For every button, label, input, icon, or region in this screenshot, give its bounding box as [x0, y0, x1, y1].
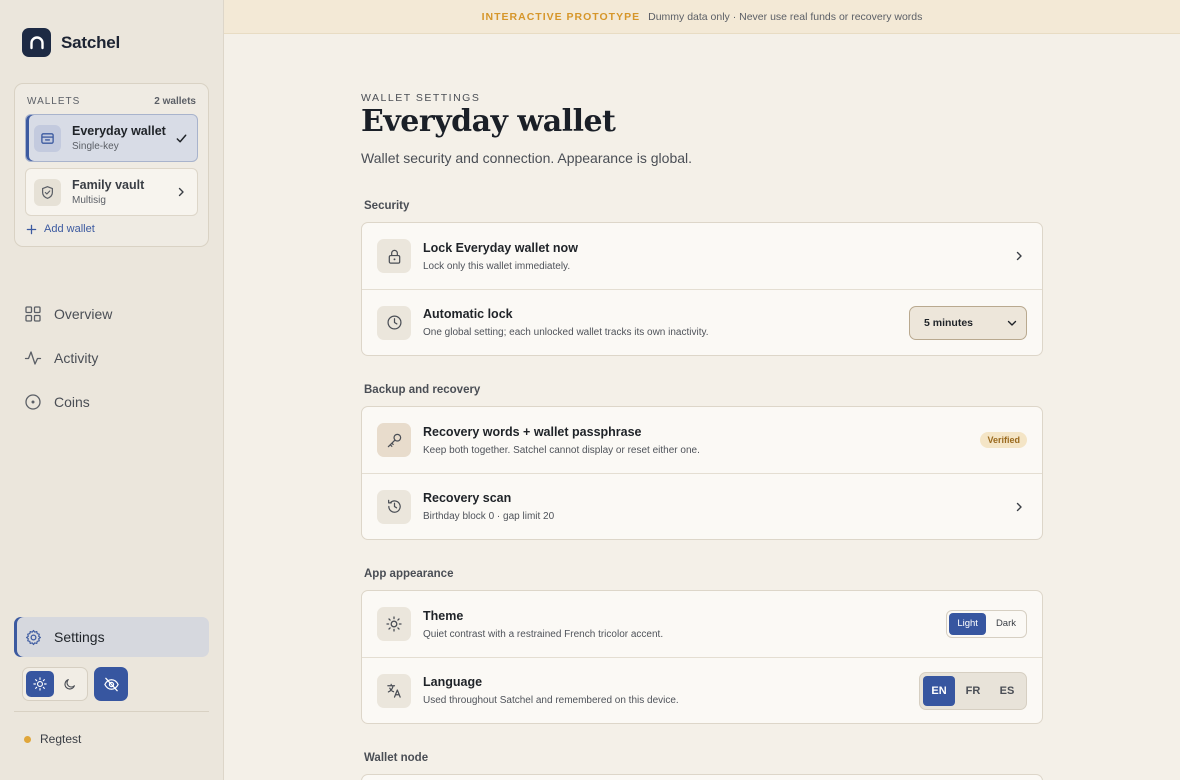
color-mode-toggle	[22, 667, 88, 701]
wallets-label: WALLETS	[27, 96, 81, 107]
lock-wallet-row[interactable]: Lock Everyday wallet now Lock only this …	[362, 223, 1042, 289]
section-label-node: Wallet node	[364, 752, 429, 764]
main-nav: Overview Activity Coins	[24, 302, 112, 434]
eye-off-icon	[103, 677, 119, 691]
nav-item-activity[interactable]: Activity	[24, 346, 112, 370]
auto-lock-select[interactable]: 5 minutes	[909, 305, 1027, 340]
network-label: Regtest	[40, 732, 82, 746]
row-title: Lock Everyday wallet now	[423, 240, 578, 255]
chevron-right-icon	[173, 184, 189, 200]
theme-segmented-control: Light Dark	[946, 610, 1027, 638]
row-description: Keep both together. Satchel cannot displ…	[423, 444, 700, 456]
row-description: Quiet contrast with a restrained French …	[423, 628, 664, 640]
brand[interactable]: Satchel	[22, 28, 120, 57]
activity-icon	[24, 351, 42, 365]
shield-icon	[34, 178, 61, 206]
row-title: Language	[423, 675, 483, 689]
sun-icon	[33, 677, 47, 691]
network-status: Regtest	[24, 732, 81, 746]
app-name: Satchel	[61, 32, 121, 52]
recovery-scan-row[interactable]: Recovery scan Birthday block 0 · gap lim…	[362, 473, 1042, 539]
row-description: Used throughout Satchel and remembered o…	[423, 695, 679, 706]
wallet-item-everyday[interactable]: Everyday wallet Single-key	[25, 114, 198, 162]
add-wallet-button[interactable]: Add wallet	[26, 223, 95, 235]
auto-lock-value: 5 minutes	[924, 316, 974, 329]
moon-icon	[64, 679, 76, 690]
nav-label: Coins	[54, 394, 90, 410]
appearance-card: Theme Quiet contrast with a restrained F…	[361, 590, 1043, 724]
page-eyebrow: WALLET SETTINGS	[361, 92, 481, 104]
wallets-panel: WALLETS 2 wallets Everyday wallet Single…	[14, 83, 209, 247]
nav-item-overview[interactable]: Overview	[24, 302, 112, 326]
language-option-en[interactable]: EN	[923, 675, 955, 706]
language-option-fr[interactable]: FR	[957, 676, 989, 706]
wallet-icon	[34, 124, 61, 152]
history-icon	[377, 489, 411, 524]
section-label-appearance: App appearance	[364, 568, 454, 580]
sidebar: Satchel WALLETS 2 wallets Everyday walle…	[0, 0, 224, 780]
plus-icon	[26, 224, 37, 234]
theme-row: Theme Quiet contrast with a restrained F…	[362, 591, 1042, 657]
row-description: Birthday block 0 · gap limit 20	[423, 511, 555, 522]
section-label-security: Security	[364, 200, 410, 212]
row-title: Theme	[423, 608, 464, 623]
row-title: Automatic lock	[423, 307, 513, 321]
satchel-logo-icon	[22, 28, 51, 57]
nav-label: Activity	[54, 350, 99, 366]
auto-lock-row: Automatic lock One global setting; each …	[362, 289, 1042, 355]
gear-icon	[26, 629, 41, 645]
coin-icon	[25, 394, 41, 410]
clock-icon	[377, 305, 411, 340]
language-segmented-control: EN FR ES	[919, 671, 1027, 710]
page-subtitle: Wallet security and connection. Appearan…	[361, 150, 693, 166]
translate-icon	[377, 673, 411, 708]
key-icon	[377, 423, 411, 457]
settings-label: Settings	[54, 629, 105, 645]
language-row: Language Used throughout Satchel and rem…	[362, 657, 1042, 723]
banner-message: Dummy data only · Never use real funds o…	[648, 10, 923, 23]
hide-balances-button[interactable]	[94, 667, 128, 701]
check-icon	[173, 130, 189, 146]
section-label-backup: Backup and recovery	[364, 384, 481, 396]
network-dot-icon	[24, 735, 31, 743]
wallet-name: Family vault	[72, 178, 145, 192]
recovery-words-row[interactable]: Recovery words + wallet passphrase Keep …	[362, 407, 1042, 473]
wallets-count: 2 wallets	[154, 96, 196, 107]
theme-option-light[interactable]: Light	[949, 613, 986, 635]
row-description: Lock only this wallet immediately.	[423, 260, 571, 272]
chevron-down-icon	[1007, 320, 1017, 326]
prototype-banner: INTERACTIVE PROTOTYPE Dummy data only · …	[224, 0, 1180, 34]
backup-card: Recovery words + wallet passphrase Keep …	[361, 406, 1043, 540]
theme-option-dark[interactable]: Dark	[988, 613, 1024, 635]
nav-item-settings[interactable]: Settings	[14, 617, 209, 657]
row-description: One global setting; each unlocked wallet…	[423, 327, 709, 338]
grid-icon	[25, 306, 41, 322]
nav-label: Overview	[54, 306, 113, 322]
banner-tag: INTERACTIVE PROTOTYPE	[481, 10, 641, 23]
sidebar-divider	[14, 711, 209, 712]
chevron-right-icon	[1011, 248, 1027, 264]
verified-badge: Verified	[980, 432, 1027, 448]
security-card: Lock Everyday wallet now Lock only this …	[361, 222, 1043, 356]
add-wallet-label: Add wallet	[44, 223, 95, 235]
wallet-item-family-vault[interactable]: Family vault Multisig	[25, 168, 198, 216]
language-option-es[interactable]: ES	[991, 676, 1023, 706]
light-mode-button[interactable]	[26, 671, 54, 697]
dark-mode-button[interactable]	[57, 671, 85, 697]
lock-icon	[377, 239, 411, 273]
nav-item-coins[interactable]: Coins	[24, 390, 112, 414]
chevron-right-icon	[1011, 499, 1027, 515]
node-card	[361, 774, 1043, 780]
wallet-type: Multisig	[72, 195, 106, 206]
row-title: Recovery scan	[423, 491, 512, 505]
wallet-name: Everyday wallet	[72, 124, 166, 138]
sun-icon	[377, 607, 411, 641]
row-title: Recovery words + wallet passphrase	[423, 424, 642, 439]
wallet-type: Single-key	[72, 141, 119, 152]
page-title: Everyday wallet	[361, 104, 616, 139]
